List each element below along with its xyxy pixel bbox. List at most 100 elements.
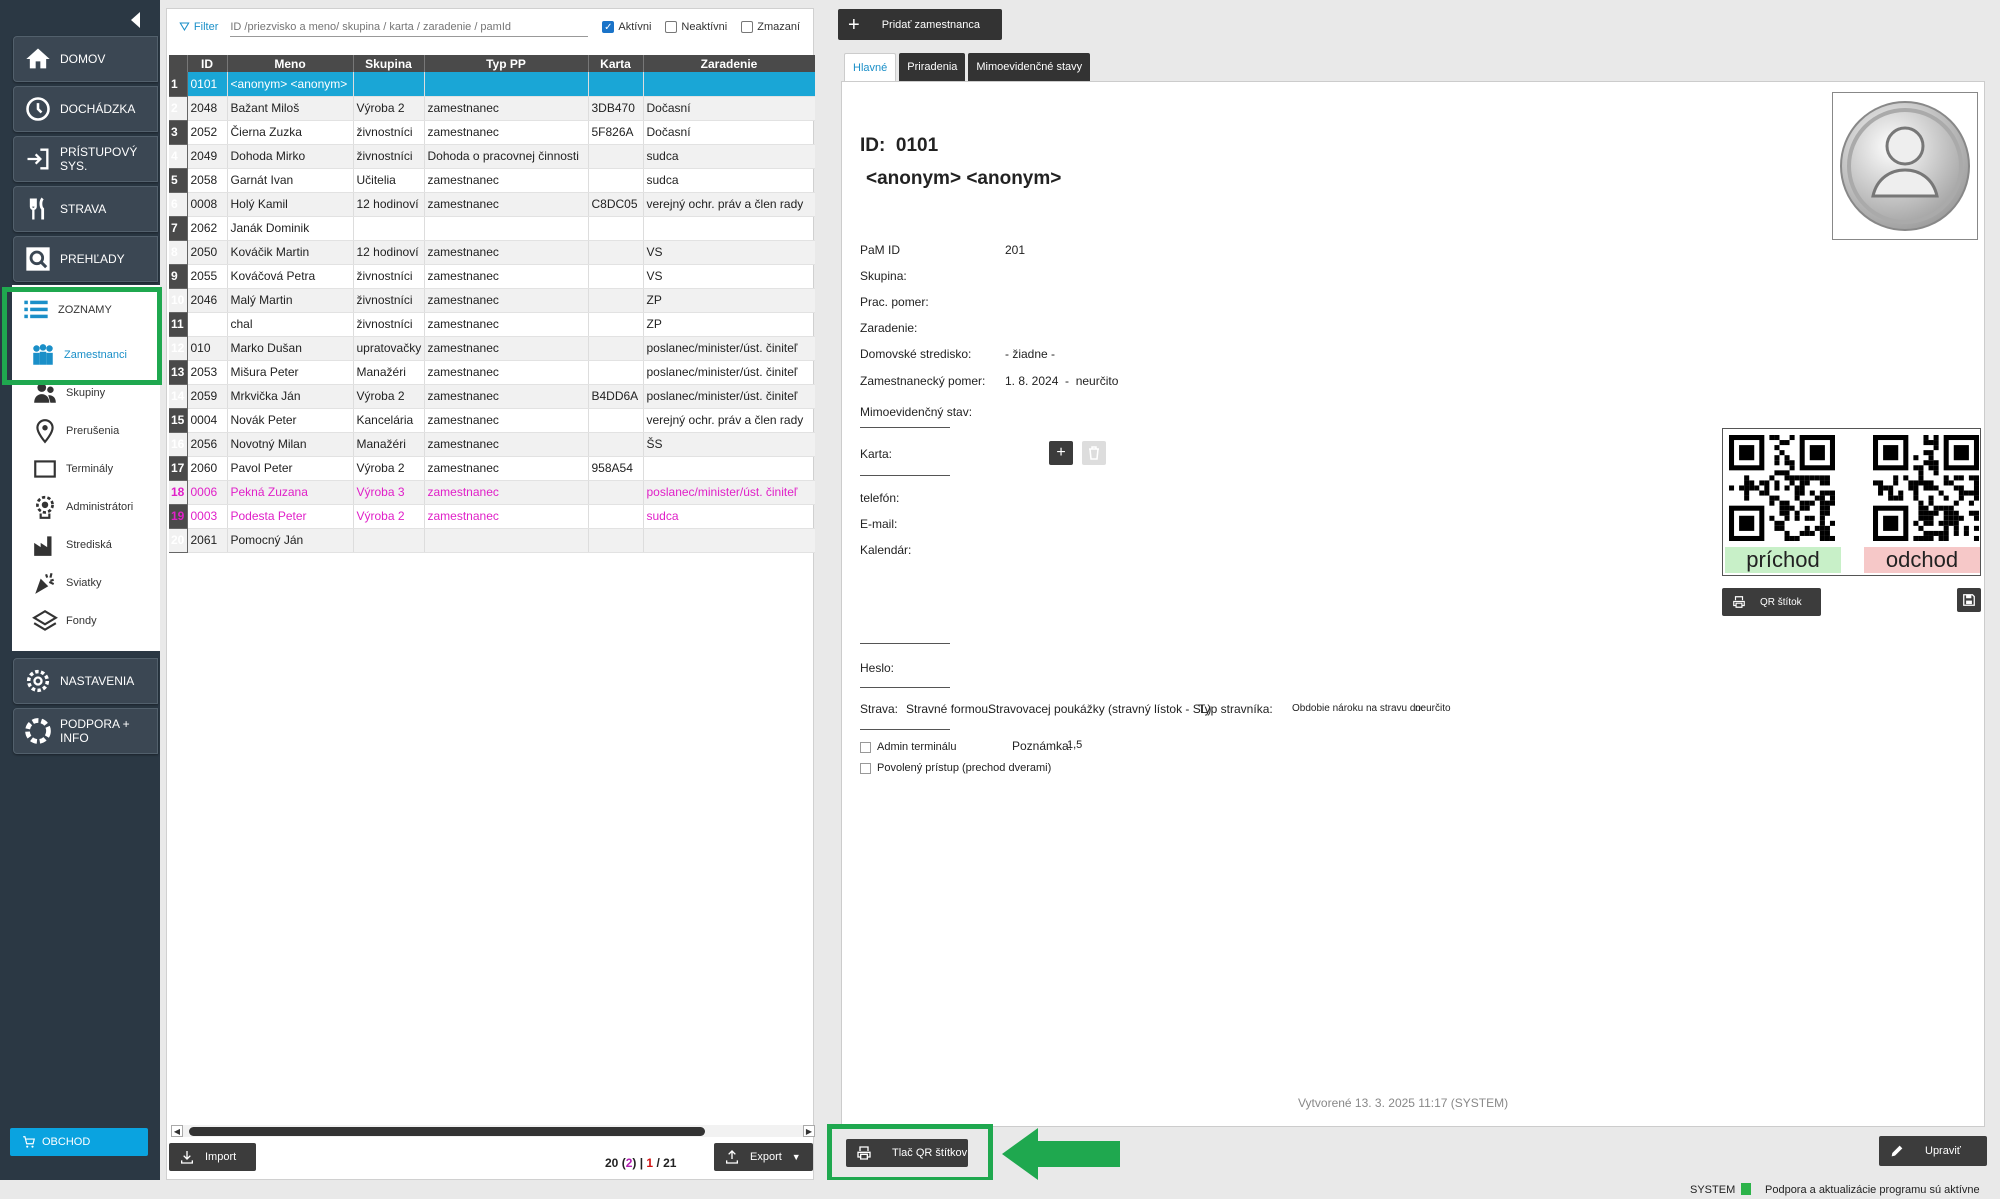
table-row[interactable]: 3 2052 Čierna Zuzka živnostníci zamestnanec 5… bbox=[169, 120, 815, 145]
obchod-button[interactable]: OBCHOD bbox=[10, 1128, 148, 1156]
nav-zamestnanci[interactable]: Zamestnanci bbox=[20, 337, 160, 373]
nav-nastavenia[interactable]: NASTAVENIA bbox=[13, 658, 158, 704]
nav-prehlady[interactable]: PREHĽADY bbox=[13, 236, 158, 282]
delete-card-button[interactable] bbox=[1082, 441, 1106, 465]
scroll-right-icon[interactable]: ▶ bbox=[803, 1125, 815, 1137]
nav-strava[interactable]: STRAVA bbox=[13, 186, 158, 232]
table-row[interactable]: 17 2060 Pavol Peter Výroba 2 zamestnanec 958A… bbox=[169, 456, 815, 481]
telefon-label: telefón: bbox=[860, 491, 900, 505]
cell-meno: Garnát Ivan bbox=[227, 168, 354, 193]
scrollbar-thumb[interactable] bbox=[189, 1127, 705, 1136]
plus-icon: + bbox=[848, 13, 860, 36]
nav-podpora[interactable]: PODPORA + INFO bbox=[13, 708, 158, 754]
col-header-zaradenie[interactable]: Zaradenie bbox=[643, 55, 815, 72]
row-number: 4 bbox=[169, 144, 188, 169]
cell-meno: Marko Dušan bbox=[227, 336, 354, 361]
tab-hlavne[interactable]: Hlavné bbox=[844, 53, 897, 81]
col-header-typ-pp[interactable]: Typ PP bbox=[424, 55, 589, 72]
col-header-karta[interactable]: Karta bbox=[588, 55, 644, 72]
table-row[interactable]: 6 0008 Holý Kamil 12 hodinoví zamestnanec C8D… bbox=[169, 192, 815, 217]
table-row[interactable]: 1 0101 <anonym> <anonym> bbox=[169, 72, 815, 97]
table-row[interactable]: 19 0003 Podesta Peter Výroba 2 zamestnanec su… bbox=[169, 504, 815, 529]
cell-id: 2061 bbox=[187, 528, 228, 553]
cell-karta bbox=[588, 408, 644, 433]
nav-terminaly[interactable]: Terminály bbox=[22, 451, 158, 487]
admin-terminalu-checkbox[interactable]: Admin terminálu bbox=[860, 741, 956, 753]
table-row[interactable]: 2 2048 Bažant Miloš Výroba 2 zamestnanec 3DB4… bbox=[169, 96, 815, 121]
checkbox-aktivni[interactable]: ✓ Aktívni bbox=[602, 21, 651, 33]
checkbox-zmazani[interactable]: Zmazaní bbox=[741, 21, 800, 33]
detail-tabs: Hlavné Priradenia Mimoevidenčné stavy bbox=[844, 53, 1093, 81]
nav-fondy[interactable]: Fondy bbox=[22, 603, 158, 639]
qr-print-button[interactable]: QR štítok bbox=[1722, 588, 1821, 616]
add-employee-button[interactable]: + Pridať zamestnanca bbox=[838, 9, 1002, 40]
povoleny-pristup-checkbox[interactable]: Povolený prístup (prechod dverami) bbox=[860, 762, 1051, 774]
row-number: 13 bbox=[169, 360, 188, 385]
add-card-button[interactable]: + bbox=[1049, 441, 1073, 465]
table-row[interactable]: 18 0006 Pekná Zuzana Výroba 3 zamestnanec pos… bbox=[169, 480, 815, 505]
poznamka-label: Poznámka: bbox=[1012, 739, 1073, 753]
detail-card: ID: 0101 <anonym> <anonym> PaM ID 201 Sk… bbox=[841, 81, 1985, 1127]
nav-dochadzka[interactable]: DOCHÁDZKA bbox=[13, 86, 158, 132]
col-header-id[interactable]: ID bbox=[187, 55, 228, 72]
scroll-left-icon[interactable]: ◀ bbox=[171, 1125, 183, 1137]
tab-priradenia[interactable]: Priradenia bbox=[899, 53, 966, 81]
table-row[interactable]: 20 2061 Pomocný Ján bbox=[169, 528, 815, 553]
save-button[interactable] bbox=[1957, 588, 1981, 612]
nav-sviatky[interactable]: Sviatky bbox=[22, 565, 158, 601]
table-row[interactable]: 16 2056 Novotný Milan Manažéri zamestnanec ŠS bbox=[169, 432, 815, 457]
cell-id: 2056 bbox=[187, 432, 228, 457]
cell-typ-pp: zamestnanec bbox=[424, 456, 589, 481]
avatar[interactable] bbox=[1832, 92, 1978, 240]
cell-skupina: živnostníci bbox=[353, 288, 425, 313]
horizontal-scrollbar[interactable]: ◀ ▶ bbox=[171, 1125, 815, 1137]
checkbox-neaktivni[interactable]: Neaktívni bbox=[665, 21, 727, 33]
cell-skupina: živnostníci bbox=[353, 120, 425, 145]
table-row[interactable]: 15 0004 Novák Peter Kancelária zamestnanec ve… bbox=[169, 408, 815, 433]
table-row[interactable]: 10 2046 Malý Martin živnostníci zamestnanec Z… bbox=[169, 288, 815, 313]
nav-zoznamy[interactable]: ZOZNAMY bbox=[12, 285, 160, 335]
cell-typ-pp: zamestnanec bbox=[424, 240, 589, 265]
filter-input[interactable] bbox=[230, 17, 589, 37]
cell-skupina: upratovačky bbox=[353, 336, 425, 361]
cell-karta bbox=[588, 360, 644, 385]
printer-icon bbox=[857, 1146, 871, 1160]
cell-typ-pp: zamestnanec bbox=[424, 432, 589, 457]
collapse-sidebar-icon[interactable] bbox=[131, 12, 140, 28]
dropdown-caret-icon[interactable]: ▼ bbox=[792, 1152, 801, 1162]
nav-pristupovy[interactable]: PRÍSTUPOVÝ SYS. bbox=[13, 136, 158, 182]
table-row[interactable]: 14 2059 Mrkvička Ján Výroba 2 zamestnanec B4D… bbox=[169, 384, 815, 409]
nav-administratori[interactable]: Administrátori bbox=[22, 489, 158, 525]
table-row[interactable]: 9 2055 Kováčová Petra živnostníci zamestnane… bbox=[169, 264, 815, 289]
cell-meno: Dohoda Mirko bbox=[227, 144, 354, 169]
nav-strediska[interactable]: Strediská bbox=[22, 527, 158, 563]
col-header-skupina[interactable]: Skupina bbox=[353, 55, 425, 72]
cell-id: 0003 bbox=[187, 504, 228, 529]
table-row[interactable]: 5 2058 Garnát Ivan Učitelia zamestnanec sudca bbox=[169, 168, 815, 193]
tab-mimoevidencne[interactable]: Mimoevidenčné stavy bbox=[968, 53, 1091, 81]
cell-zaradenie: ZP bbox=[643, 288, 815, 313]
table-row[interactable]: 8 2050 Kováčik Martin 12 hodinoví zamestnane… bbox=[169, 240, 815, 265]
cell-zaradenie: poslanec/minister/úst. činiteľ bbox=[643, 384, 815, 409]
table-row[interactable]: 13 2053 Mišura Peter Manažéri zamestnanec pos… bbox=[169, 360, 815, 385]
table-row[interactable]: 4 2049 Dohoda Mirko živnostníci Dohoda o pra… bbox=[169, 144, 815, 169]
col-header-meno[interactable]: Meno bbox=[227, 55, 354, 72]
table-row[interactable]: 7 2062 Janák Dominik bbox=[169, 216, 815, 241]
nav-prerusenia[interactable]: Prerušenia bbox=[22, 413, 158, 449]
people-icon bbox=[33, 344, 53, 365]
print-qr-labels-button[interactable]: Tlač QR štítkov bbox=[846, 1139, 968, 1167]
cell-zaradenie: poslanec/minister/úst. činiteľ bbox=[643, 336, 815, 361]
table-row[interactable]: 12 010 Marko Dušan upratovačky zamestnanec po… bbox=[169, 336, 815, 361]
export-button[interactable]: Export ▼ bbox=[714, 1143, 813, 1171]
cell-typ-pp: zamestnanec bbox=[424, 408, 589, 433]
table-row[interactable]: 11 chal živnostníci zamestnanec ZP bbox=[169, 312, 815, 337]
cell-karta: C8DC05 bbox=[588, 192, 644, 217]
nav-skupiny[interactable]: Skupiny bbox=[22, 375, 158, 411]
cell-karta bbox=[588, 264, 644, 289]
edit-button[interactable]: Upraviť bbox=[1879, 1136, 1987, 1166]
cell-skupina: Výroba 2 bbox=[353, 384, 425, 409]
nav-domov[interactable]: DOMOV bbox=[13, 36, 158, 82]
cell-zaradenie: sudca bbox=[643, 168, 815, 193]
import-button[interactable]: Import bbox=[169, 1143, 256, 1171]
row-number: 9 bbox=[169, 264, 188, 289]
